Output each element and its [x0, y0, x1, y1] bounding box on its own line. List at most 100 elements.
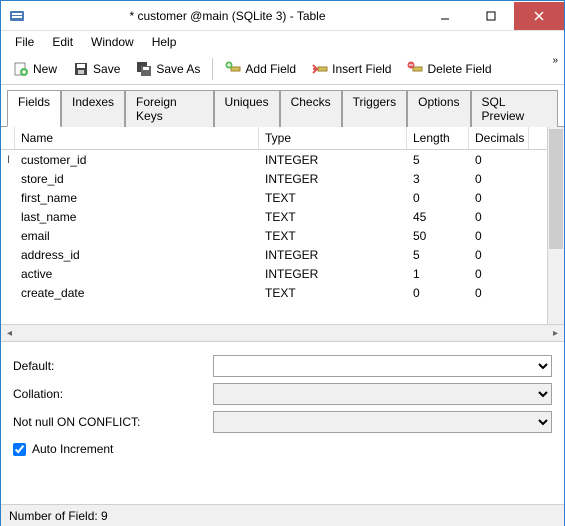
cell-type[interactable]: INTEGER [259, 171, 407, 187]
grid-header-type[interactable]: Type [259, 127, 407, 149]
toolbar: New Save Save As Add Field Insert Field … [1, 53, 564, 85]
row-cursor-icon [1, 178, 15, 180]
cell-decimals[interactable]: 0 [469, 228, 529, 244]
row-cursor-icon [1, 273, 15, 275]
tab-indexes[interactable]: Indexes [61, 90, 125, 127]
row-cursor-icon [1, 292, 15, 294]
cell-name[interactable]: active [15, 266, 259, 282]
table-row[interactable]: last_nameTEXT450 [1, 207, 547, 226]
grid-header-decimals[interactable]: Decimals [469, 127, 529, 149]
default-select[interactable] [213, 355, 552, 377]
save-button[interactable]: Save [67, 58, 126, 80]
maximize-button[interactable] [468, 2, 514, 30]
row-cursor-icon [1, 254, 15, 256]
save-as-icon [136, 61, 152, 77]
cell-length[interactable]: 0 [407, 190, 469, 206]
cell-length[interactable]: 5 [407, 152, 469, 168]
grid-body[interactable]: Icustomer_idINTEGER50store_idINTEGER30fi… [1, 150, 547, 302]
scroll-thumb[interactable] [549, 129, 563, 249]
cell-name[interactable]: email [15, 228, 259, 244]
scroll-right-icon[interactable]: ▸ [547, 328, 564, 339]
collation-select[interactable] [213, 383, 552, 405]
tab-uniques[interactable]: Uniques [214, 90, 280, 127]
menu-file[interactable]: File [7, 33, 42, 51]
table-row[interactable]: first_nameTEXT00 [1, 188, 547, 207]
cell-length[interactable]: 50 [407, 228, 469, 244]
grid-header-length[interactable]: Length [407, 127, 469, 149]
notnull-label: Not null ON CONFLICT: [13, 415, 213, 429]
add-field-icon [225, 61, 241, 77]
save-as-button[interactable]: Save As [130, 58, 206, 80]
cell-type[interactable]: TEXT [259, 285, 407, 301]
cell-type[interactable]: TEXT [259, 228, 407, 244]
cell-decimals[interactable]: 0 [469, 266, 529, 282]
toolbar-overflow-icon[interactable]: » [552, 55, 558, 66]
delete-field-label: Delete Field [427, 62, 491, 76]
grid-header-handle [1, 127, 15, 149]
delete-field-button[interactable]: Delete Field [401, 58, 497, 80]
menu-edit[interactable]: Edit [44, 33, 81, 51]
tab-foreign-keys[interactable]: Foreign Keys [125, 90, 214, 127]
tab-checks[interactable]: Checks [280, 90, 342, 127]
cell-decimals[interactable]: 0 [469, 190, 529, 206]
menu-window[interactable]: Window [83, 33, 142, 51]
tab-fields[interactable]: Fields [7, 90, 61, 127]
cell-name[interactable]: first_name [15, 190, 259, 206]
new-button[interactable]: New [7, 58, 63, 80]
cell-type[interactable]: TEXT [259, 190, 407, 206]
table-row[interactable]: activeINTEGER10 [1, 264, 547, 283]
add-field-label: Add Field [245, 62, 296, 76]
table-row[interactable]: store_idINTEGER30 [1, 169, 547, 188]
add-field-button[interactable]: Add Field [219, 58, 302, 80]
minimize-button[interactable] [422, 2, 468, 30]
cell-decimals[interactable]: 0 [469, 209, 529, 225]
table-row[interactable]: address_idINTEGER50 [1, 245, 547, 264]
auto-increment-label[interactable]: Auto Increment [32, 442, 113, 456]
scroll-left-icon[interactable]: ◂ [1, 328, 18, 339]
tab-sql-preview[interactable]: SQL Preview [471, 90, 558, 127]
save-label: Save [93, 62, 120, 76]
row-cursor-icon [1, 197, 15, 199]
menu-help[interactable]: Help [144, 33, 185, 51]
cell-decimals[interactable]: 0 [469, 152, 529, 168]
auto-increment-checkbox[interactable] [13, 443, 26, 456]
new-icon [13, 61, 29, 77]
cell-type[interactable]: INTEGER [259, 247, 407, 263]
table-row[interactable]: emailTEXT500 [1, 226, 547, 245]
vertical-scrollbar[interactable]: ▴ [547, 127, 564, 324]
cell-length[interactable]: 3 [407, 171, 469, 187]
cell-type[interactable]: INTEGER [259, 266, 407, 282]
tab-triggers[interactable]: Triggers [342, 90, 408, 127]
tab-options[interactable]: Options [407, 90, 470, 127]
collation-label: Collation: [13, 387, 213, 401]
cell-name[interactable]: last_name [15, 209, 259, 225]
cell-decimals[interactable]: 0 [469, 285, 529, 301]
fields-grid: Name Type Length Decimals Icustomer_idIN… [1, 127, 564, 325]
cell-length[interactable]: 5 [407, 247, 469, 263]
cell-length[interactable]: 0 [407, 285, 469, 301]
insert-field-button[interactable]: Insert Field [306, 58, 397, 80]
default-label: Default: [13, 359, 213, 373]
tabstrip: Fields Indexes Foreign Keys Uniques Chec… [1, 85, 564, 127]
cell-name[interactable]: customer_id [15, 152, 259, 168]
cell-name[interactable]: address_id [15, 247, 259, 263]
save-icon [73, 61, 89, 77]
cell-length[interactable]: 1 [407, 266, 469, 282]
cell-type[interactable]: INTEGER [259, 152, 407, 168]
close-button[interactable] [514, 2, 564, 30]
cell-name[interactable]: create_date [15, 285, 259, 301]
table-row[interactable]: create_dateTEXT00 [1, 283, 547, 302]
cell-name[interactable]: store_id [15, 171, 259, 187]
grid-header-name[interactable]: Name [15, 127, 259, 149]
cell-type[interactable]: TEXT [259, 209, 407, 225]
cell-decimals[interactable]: 0 [469, 171, 529, 187]
horizontal-scrollbar[interactable]: ◂ ▸ [1, 325, 564, 342]
cell-length[interactable]: 45 [407, 209, 469, 225]
toolbar-separator [212, 58, 213, 80]
table-row[interactable]: Icustomer_idINTEGER50 [1, 150, 547, 169]
notnull-select[interactable] [213, 411, 552, 433]
row-cursor-icon: I [1, 153, 15, 167]
row-cursor-icon [1, 235, 15, 237]
window-title: * customer @main (SQLite 3) - Table [33, 9, 422, 23]
cell-decimals[interactable]: 0 [469, 247, 529, 263]
